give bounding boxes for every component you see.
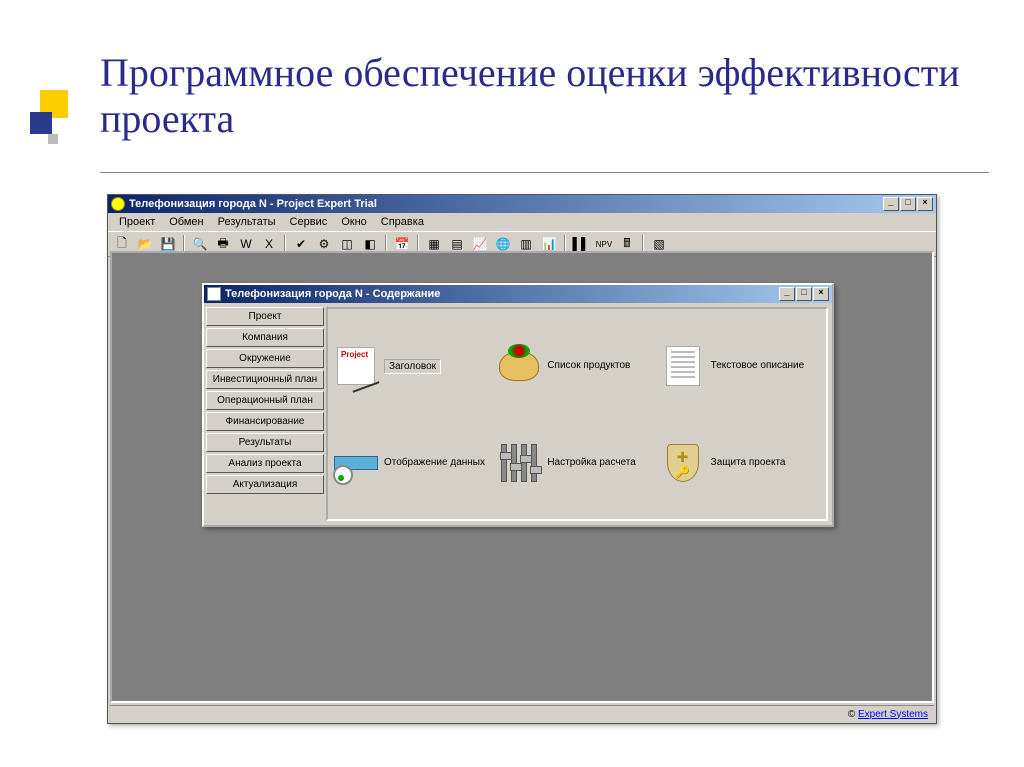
child-close-button[interactable]: × (813, 287, 829, 301)
tab-investment-plan[interactable]: Инвестиционный план (206, 370, 324, 389)
item-protect-label: Защита проекта (711, 457, 786, 468)
item-header[interactable]: Заголовок (334, 319, 493, 412)
document-icon (666, 346, 700, 386)
slide-decoration (30, 90, 80, 170)
status-link[interactable]: Expert Systems (858, 709, 928, 720)
content-window-icon (207, 287, 221, 301)
app-icon (111, 197, 125, 211)
menu-bar: Проект Обмен Результаты Сервис Окно Спра… (108, 213, 936, 231)
item-calc-setup[interactable]: Настройка расчета (497, 416, 656, 509)
close-button[interactable]: × (917, 197, 933, 211)
tab-actualization[interactable]: Актуализация (206, 475, 324, 494)
mdi-workspace: Телефонизация города N - Содержание _ □ … (110, 251, 934, 703)
maximize-button[interactable]: □ (900, 197, 916, 211)
tab-analysis[interactable]: Анализ проекта (206, 454, 324, 473)
menu-window[interactable]: Окно (334, 215, 374, 229)
content-pane: Заголовок Список продуктов Текстовое опи… (326, 307, 828, 521)
slide-title: Программное обеспечение оценки эффективн… (100, 50, 984, 142)
sliders-icon (499, 444, 539, 482)
item-header-label: Заголовок (384, 359, 441, 374)
copyright-icon: © (848, 709, 858, 720)
item-products[interactable]: Список продуктов (497, 319, 656, 412)
menu-service[interactable]: Сервис (283, 215, 335, 229)
section-tabs: Проект Компания Окружение Инвестиционный… (204, 303, 326, 525)
item-products-label: Список продуктов (547, 360, 630, 371)
status-bar: © Expert Systems (110, 705, 934, 722)
menu-help[interactable]: Справка (374, 215, 431, 229)
tab-results[interactable]: Результаты (206, 433, 324, 452)
content-title: Телефонизация города N - Содержание (225, 288, 779, 300)
tab-environment[interactable]: Окружение (206, 349, 324, 368)
menu-results[interactable]: Результаты (211, 215, 283, 229)
item-text-description[interactable]: Текстовое описание (661, 319, 820, 412)
item-display-label: Отображение данных (384, 457, 485, 468)
project-card-icon (337, 347, 375, 385)
slide-divider (100, 172, 989, 173)
item-calcsetup-label: Настройка расчета (547, 457, 636, 468)
shield-icon (667, 444, 699, 482)
app-titlebar[interactable]: Телефонизация города N - Project Expert … (108, 195, 936, 213)
menu-project[interactable]: Проект (112, 215, 162, 229)
tab-company[interactable]: Компания (206, 328, 324, 347)
content-window: Телефонизация города N - Содержание _ □ … (202, 283, 834, 527)
tab-financing[interactable]: Финансирование (206, 412, 324, 431)
item-data-display[interactable]: Отображение данных (334, 416, 493, 509)
basket-icon (499, 351, 539, 381)
child-maximize-button[interactable]: □ (796, 287, 812, 301)
app-window: Телефонизация города N - Project Expert … (107, 194, 937, 724)
caliper-icon (334, 456, 378, 470)
minimize-button[interactable]: _ (883, 197, 899, 211)
menu-exchange[interactable]: Обмен (162, 215, 210, 229)
content-titlebar[interactable]: Телефонизация города N - Содержание _ □ … (204, 285, 832, 303)
item-protection[interactable]: Защита проекта (661, 416, 820, 509)
child-minimize-button[interactable]: _ (779, 287, 795, 301)
tab-operational-plan[interactable]: Операционный план (206, 391, 324, 410)
tab-project[interactable]: Проект (206, 307, 324, 326)
item-textdesc-label: Текстовое описание (711, 360, 805, 371)
app-title: Телефонизация города N - Project Expert … (129, 198, 883, 210)
